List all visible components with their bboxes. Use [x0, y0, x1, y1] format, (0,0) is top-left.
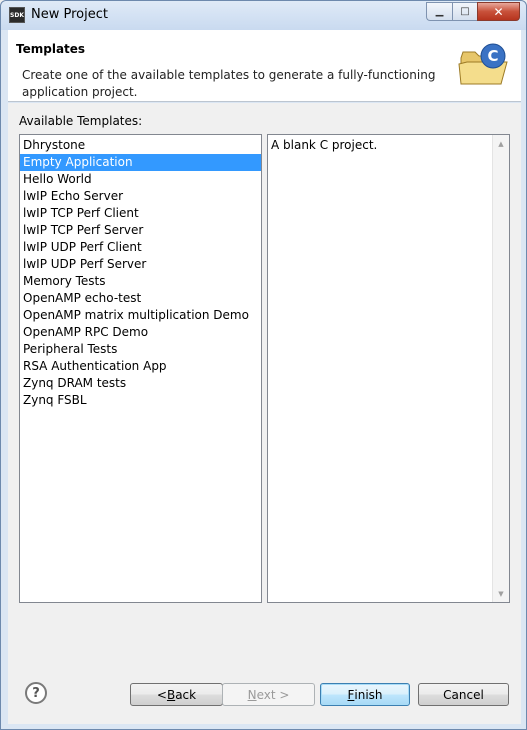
template-list-item[interactable]: OpenAMP RPC Demo	[20, 324, 261, 341]
svg-text:C: C	[487, 47, 498, 65]
template-list-item[interactable]: Peripheral Tests	[20, 341, 261, 358]
template-list-item[interactable]: Dhrystone	[20, 137, 261, 154]
maximize-icon: □	[460, 6, 470, 17]
wizard-content: Available Templates: Dhrystone Empty Appl…	[8, 103, 521, 663]
next-button-label: ext >	[256, 687, 290, 702]
close-icon: ✕	[493, 4, 504, 19]
scroll-up-arrow-icon[interactable]: ▲	[493, 135, 509, 152]
templates-list[interactable]: Dhrystone Empty Application Hello World lwI…	[19, 134, 262, 603]
back-button-mnemonic: B	[166, 687, 176, 702]
template-list-item[interactable]: Memory Tests	[20, 273, 261, 290]
finish-button-mnemonic: F	[347, 687, 355, 702]
page-title: Templates	[16, 42, 86, 56]
next-button-mnemonic: N	[247, 687, 257, 702]
scroll-down-arrow-icon[interactable]: ▼	[493, 585, 509, 602]
wizard-banner: Templates Create one of the available te…	[8, 30, 521, 102]
minimize-icon: ▁	[435, 6, 444, 17]
close-button[interactable]: ✕	[477, 2, 520, 21]
template-list-item[interactable]: Zynq FSBL	[20, 392, 261, 409]
template-list-item[interactable]: lwIP UDP Perf Server	[20, 256, 261, 273]
template-list-item[interactable]: lwIP TCP Perf Server	[20, 222, 261, 239]
wizard-footer: ? < Back Next > Finish Cancel	[8, 663, 521, 724]
finish-button-label: inish	[354, 687, 383, 702]
window-title: New Project	[31, 7, 108, 22]
template-list-item[interactable]: OpenAMP echo-test	[20, 290, 261, 307]
back-button[interactable]: < Back	[130, 683, 223, 706]
back-button-label: ack	[175, 687, 197, 702]
template-list-item[interactable]: lwIP Echo Server	[20, 188, 261, 205]
template-list-item[interactable]: lwIP TCP Perf Client	[20, 205, 261, 222]
template-list-item[interactable]: OpenAMP matrix multiplication Demo	[20, 307, 261, 324]
template-list-item[interactable]: RSA Authentication App	[20, 358, 261, 375]
sdk-app-icon: SDK	[9, 7, 25, 23]
back-button-prefix: <	[156, 687, 167, 702]
description-scrollbar[interactable]: ▲ ▼	[492, 135, 509, 602]
template-list-item[interactable]: Zynq DRAM tests	[20, 375, 261, 392]
page-description: Create one of the available templates to…	[22, 68, 436, 99]
template-description-text: A blank C project.	[271, 138, 378, 152]
maximize-button[interactable]: □	[452, 2, 477, 21]
window-controls: ▁ □ ✕	[426, 2, 520, 21]
title-bar[interactable]: SDK New Project ▁ □ ✕	[1, 1, 526, 30]
cancel-button[interactable]: Cancel	[418, 683, 509, 706]
template-list-item[interactable]: lwIP UDP Perf Client	[20, 239, 261, 256]
available-templates-label: Available Templates:	[19, 114, 143, 128]
new-project-window: SDK New Project ▁ □ ✕ Templates Create o…	[0, 0, 527, 730]
finish-button[interactable]: Finish	[320, 683, 410, 706]
minimize-button[interactable]: ▁	[426, 2, 452, 21]
help-icon[interactable]: ?	[25, 682, 47, 704]
template-list-item[interactable]: Hello World	[20, 171, 261, 188]
template-list-item[interactable]: Empty Application	[20, 154, 261, 171]
template-description-box: A blank C project. ▲ ▼	[267, 134, 510, 603]
folder-c-project-icon: C	[458, 43, 508, 85]
next-button[interactable]: Next >	[222, 683, 315, 706]
